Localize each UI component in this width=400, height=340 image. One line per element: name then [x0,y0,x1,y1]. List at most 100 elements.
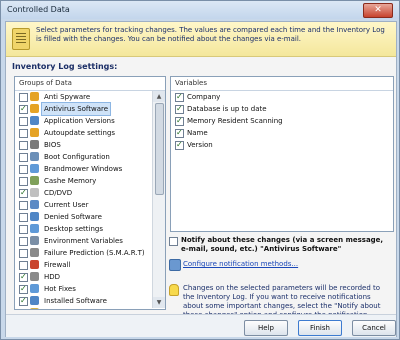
close-button[interactable]: ✕ [363,3,393,18]
group-item[interactable]: Brandmower Windows [15,163,151,175]
disc-icon [30,188,39,197]
group-checkbox[interactable] [19,225,28,234]
group-label: Current User [44,201,89,209]
group-label: Denied Software [44,213,102,221]
group-checkbox[interactable] [19,249,28,258]
app-icon [30,212,39,221]
variable-checkbox[interactable] [175,103,184,115]
variable-checkbox[interactable] [175,127,184,139]
group-checkbox[interactable] [19,117,28,126]
group-item[interactable]: BIOS [15,139,151,151]
group-item[interactable]: License Information [15,307,151,310]
cancel-button[interactable]: Cancel [352,320,396,336]
disk-icon [30,272,39,281]
section-title: Inventory Log settings: [12,62,118,71]
group-checkbox[interactable] [19,187,28,199]
shield-icon [30,92,39,101]
group-item[interactable]: Current User [15,199,151,211]
group-item[interactable]: Firewall [15,259,151,271]
group-label: Brandmower Windows [44,165,123,173]
group-checkbox[interactable] [19,261,28,270]
notify-checkbox[interactable] [169,237,178,246]
app-icon [30,296,39,305]
groups-of-data-panel: Groups of Data Anti SpywareAntivirus Sof… [14,76,166,310]
group-item[interactable]: Cashe Memory [15,175,151,187]
group-label: Firewall [44,261,71,269]
group-label: Application Versions [44,117,115,125]
group-label: CD/DVD [44,189,73,197]
shield-icon [30,104,39,113]
variable-item[interactable]: Company [171,91,393,103]
firewall-icon [30,260,39,269]
variable-item[interactable]: Version [171,139,393,151]
group-label: Anti Spyware [44,93,91,101]
variable-item[interactable]: Database is up to date [171,103,393,115]
notes-icon [12,28,30,50]
group-item[interactable]: Application Versions [15,115,151,127]
group-item[interactable]: Denied Software [15,211,151,223]
configure-link[interactable]: Configure notification methods... [183,260,298,268]
group-checkbox[interactable] [19,141,28,150]
variables-panel: Variables Company Database is up to date M… [170,76,394,232]
group-item[interactable]: CD/DVD [15,187,151,199]
group-item[interactable]: Anti Spyware [15,91,151,103]
group-item[interactable]: Boot Configuration [15,151,151,163]
group-checkbox[interactable] [19,103,28,115]
group-label: HDD [44,273,61,281]
group-checkbox[interactable] [19,165,28,174]
dialog-footer: Help Finish Cancel [6,314,396,337]
banner-text: Select parameters for tracking changes. … [36,26,385,43]
group-label: Antivirus Software [40,102,112,116]
variable-item[interactable]: Memory Resident Scanning [171,115,393,127]
group-checkbox[interactable] [19,153,28,162]
variable-item[interactable]: Name [171,127,393,139]
group-item[interactable]: Installed Software [15,295,151,307]
group-label: Environment Variables [44,237,123,245]
shield-icon [30,128,39,137]
group-checkbox[interactable] [19,201,28,210]
finish-button[interactable]: Finish [298,320,342,336]
group-item[interactable]: Autoupdate settings [15,127,151,139]
scroll-thumb[interactable] [155,103,164,195]
group-checkbox[interactable] [19,271,28,283]
group-checkbox[interactable] [19,295,28,307]
configure-icon [169,259,181,271]
group-item[interactable]: Hot Fixes [15,283,151,295]
group-item[interactable]: Environment Variables [15,235,151,247]
memory-icon [30,176,39,185]
variable-label: Memory Resident Scanning [187,117,283,125]
variables-header: Variables [171,77,393,91]
group-checkbox[interactable] [19,213,28,222]
group-label: Desktop settings [44,225,104,233]
scroll-down-icon[interactable]: ▼ [153,297,165,308]
group-checkbox[interactable] [19,93,28,102]
group-item[interactable]: Failure Prediction (S.M.A.R.T) [15,247,151,259]
dialog-client: Select parameters for tracking changes. … [5,21,397,337]
group-label: Autoupdate settings [44,129,116,137]
group-label: BIOS [44,141,61,149]
title-bar: Controlled Data ✕ [1,1,399,19]
chip-icon [30,140,39,149]
group-label: Failure Prediction (S.M.A.R.T) [44,249,145,257]
groups-list: Anti SpywareAntivirus SoftwareApplicatio… [15,91,151,310]
group-checkbox[interactable] [19,309,28,310]
group-checkbox[interactable] [19,237,28,246]
variable-checkbox[interactable] [175,115,184,127]
group-label: Installed Software [44,297,107,305]
disk-icon [30,248,39,257]
group-item[interactable]: Antivirus Software [15,102,151,116]
variable-checkbox[interactable] [175,91,184,103]
group-checkbox[interactable] [19,177,28,186]
scroll-up-icon[interactable]: ▲ [153,91,165,102]
variable-label: Company [187,93,221,101]
variable-checkbox[interactable] [175,139,184,151]
group-label: Boot Configuration [44,153,110,161]
groups-scrollbar[interactable]: ▲ ▼ [152,91,165,308]
group-checkbox[interactable] [19,283,28,295]
group-label: License Information [42,307,115,309]
help-button[interactable]: Help [244,320,288,336]
group-item[interactable]: Desktop settings [15,223,151,235]
group-checkbox[interactable] [19,129,28,138]
groups-header: Groups of Data [15,77,165,91]
group-item[interactable]: HDD [15,271,151,283]
